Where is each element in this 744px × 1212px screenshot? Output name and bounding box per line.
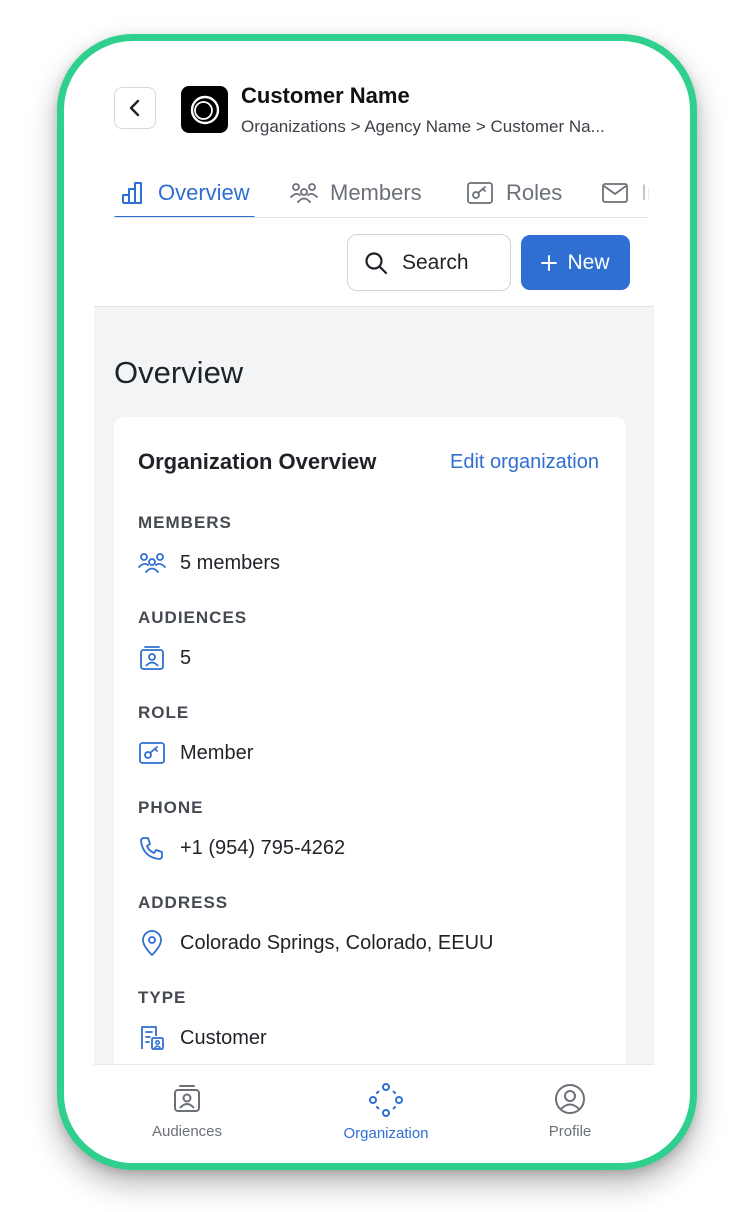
- audience-icon: [138, 644, 166, 672]
- tab-active-indicator: [114, 216, 255, 217]
- members-icon: [290, 183, 318, 203]
- card-title: Organization Overview: [138, 449, 377, 474]
- new-button[interactable]: New: [521, 235, 630, 290]
- nav-label: Organization: [343, 1125, 429, 1142]
- plus-icon: [541, 254, 558, 271]
- address-value: Colorado Springs, Colorado, EEUU: [180, 931, 494, 954]
- members-row: 5 members: [138, 549, 280, 577]
- members-label: MEMBERS: [138, 513, 232, 532]
- app-screen: Customer Name Organizations > Agency Nam…: [94, 41, 654, 1163]
- chevron-left-icon: [129, 99, 140, 117]
- tab-label: Overview: [158, 180, 250, 205]
- new-label: New: [567, 250, 610, 274]
- tab-label: Members: [330, 180, 422, 205]
- tab-roles[interactable]: Roles: [466, 168, 563, 217]
- breadcrumb[interactable]: Organizations > Agency Name > Customer N…: [241, 117, 636, 137]
- role-value: Member: [180, 741, 254, 764]
- tab-label: Roles: [506, 180, 563, 205]
- nav-label: Audiences: [151, 1123, 223, 1140]
- type-value: Customer: [180, 1026, 267, 1049]
- role-key-icon: [138, 739, 166, 767]
- phone-label: PHONE: [138, 798, 204, 817]
- role-label: ROLE: [138, 703, 190, 722]
- organization-overview-card: Organization Overview Edit organization …: [114, 417, 626, 1097]
- main-content: Overview Organization Overview Edit orga…: [94, 306, 654, 1097]
- phone-row: +1 (954) 795-4262: [138, 834, 345, 862]
- building-user-icon: [138, 1024, 166, 1052]
- role-row: Member: [138, 739, 253, 767]
- members-icon: [138, 549, 166, 577]
- audiences-row: 5: [138, 644, 191, 672]
- search-label: Search: [402, 250, 469, 274]
- nav-organization[interactable]: Organization: [316, 1083, 456, 1142]
- section-heading: Overview: [114, 355, 244, 390]
- page-title: Customer Name: [241, 83, 410, 108]
- tab-overview[interactable]: Overview: [114, 168, 255, 217]
- audience-icon: [174, 1085, 200, 1112]
- bottom-navigation: Audiences Organization Profile: [94, 1064, 654, 1163]
- organization-logo: [181, 86, 228, 133]
- type-row: Customer: [138, 1024, 267, 1052]
- audiences-value: 5: [180, 646, 192, 669]
- phone-frame: Customer Name Organizations > Agency Nam…: [57, 34, 697, 1170]
- audiences-label: AUDIENCES: [138, 608, 248, 627]
- type-label: TYPE: [138, 988, 187, 1007]
- tab-invites[interactable]: In: [601, 168, 649, 217]
- tab-members[interactable]: Members: [290, 168, 422, 217]
- phone-value[interactable]: +1 (954) 795-4262: [180, 837, 345, 860]
- tab-label: In: [641, 180, 649, 205]
- phone-icon: [138, 834, 166, 862]
- edit-organization-link[interactable]: Edit organization: [450, 451, 599, 474]
- nav-profile[interactable]: Profile: [500, 1083, 640, 1140]
- chart-icon: [122, 182, 142, 204]
- location-pin-icon: [138, 929, 166, 957]
- search-button[interactable]: Search: [347, 234, 511, 291]
- profile-icon: [555, 1084, 585, 1114]
- members-value: 5 members: [180, 551, 281, 574]
- organization-icon: [369, 1083, 403, 1117]
- tab-bar: Overview Members Roles I: [114, 168, 649, 218]
- mail-icon: [602, 183, 628, 203]
- address-label: ADDRESS: [138, 893, 229, 912]
- search-icon: [365, 251, 388, 274]
- nav-label: Profile: [548, 1123, 592, 1140]
- role-icon: [467, 182, 493, 204]
- nav-audiences[interactable]: Audiences: [117, 1083, 257, 1140]
- back-button[interactable]: [114, 87, 156, 129]
- address-row: Colorado Springs, Colorado, EEUU: [138, 929, 494, 957]
